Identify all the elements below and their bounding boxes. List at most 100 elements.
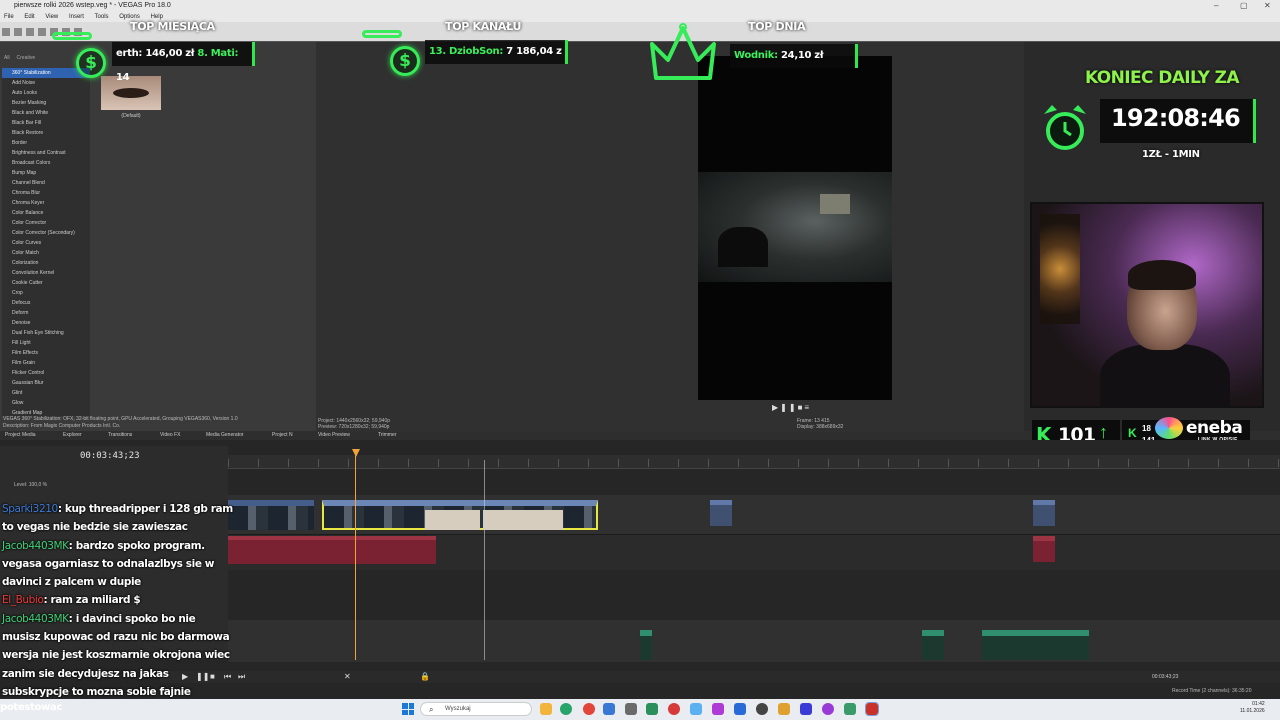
- fx-list-item[interactable]: Channel Blend: [2, 178, 90, 188]
- video-clip[interactable]: [228, 500, 314, 530]
- chrome-icon[interactable]: [583, 703, 595, 715]
- tab-media-generator[interactable]: Media Generator: [206, 431, 244, 440]
- save-icon[interactable]: [26, 28, 34, 36]
- video-clip-light[interactable]: [483, 510, 563, 530]
- minimize-icon[interactable]: –: [1214, 0, 1218, 12]
- app-icon[interactable]: [734, 703, 746, 715]
- fx-list-item[interactable]: Gradient Map: [2, 408, 90, 416]
- video-track-3[interactable]: [228, 620, 1280, 662]
- fx-list-item[interactable]: Color Curves: [2, 238, 90, 248]
- app-icon[interactable]: [646, 703, 658, 715]
- fx-list-item[interactable]: Auto Looks: [2, 88, 90, 98]
- delete-icon[interactable]: ✕: [344, 671, 351, 683]
- fx-list-item[interactable]: Colorization: [2, 258, 90, 268]
- taskbar-search[interactable]: ⌕ Wyszukaj: [420, 702, 532, 716]
- tab-project-notes[interactable]: Project N: [272, 431, 293, 440]
- video-clip-light[interactable]: [425, 510, 480, 530]
- app-icon[interactable]: [712, 703, 724, 715]
- audio-clip[interactable]: [228, 536, 436, 564]
- fx-list-item[interactable]: Color Corrector (Secondary): [2, 228, 90, 238]
- new-icon[interactable]: [2, 28, 10, 36]
- playhead[interactable]: [355, 455, 356, 660]
- tab-video-preview[interactable]: Video Preview: [318, 431, 350, 440]
- fx-tab-creative[interactable]: Creative: [17, 55, 36, 61]
- menu-edit[interactable]: Edit: [24, 14, 34, 20]
- fx-list-item[interactable]: Color Match: [2, 248, 90, 258]
- tab-project-media[interactable]: Project Media: [5, 431, 36, 440]
- pause-icon[interactable]: ❚❚: [780, 403, 797, 412]
- fx-list-item[interactable]: Brightness and Contrast: [2, 148, 90, 158]
- overlay-clip[interactable]: [982, 630, 1089, 660]
- fx-tab-all[interactable]: All: [4, 55, 10, 61]
- vegas-pro-icon[interactable]: [865, 702, 879, 716]
- fx-list-item[interactable]: Chroma Keyer: [2, 198, 90, 208]
- fx-list-item[interactable]: Border: [2, 138, 90, 148]
- tab-trimmer[interactable]: Trimmer: [378, 431, 396, 440]
- video-clip-small[interactable]: [710, 500, 732, 526]
- fx-list-item[interactable]: Fill Light: [2, 338, 90, 348]
- fx-list-item[interactable]: Film Effects: [2, 348, 90, 358]
- fx-list-item[interactable]: Add Noise: [2, 78, 90, 88]
- open-icon[interactable]: [14, 28, 22, 36]
- top-month-bar: erth: 146,00 zł 8. Mati: 14: [112, 42, 255, 83]
- play-icon[interactable]: ▶: [772, 403, 780, 412]
- fx-list-item[interactable]: Glow: [2, 398, 90, 408]
- app-icon[interactable]: [844, 703, 856, 715]
- fx-list-item[interactable]: Convolution Kernel: [2, 268, 90, 278]
- fx-list-item[interactable]: Dual Fish Eye Stitching: [2, 328, 90, 338]
- tab-transitions[interactable]: Transitions: [108, 431, 132, 440]
- opera-icon[interactable]: [668, 703, 680, 715]
- daily-timer: 192:08:46: [1111, 104, 1241, 132]
- fx-list-item[interactable]: Defocus: [2, 298, 90, 308]
- fx-preset-thumbnail[interactable]: [101, 76, 161, 110]
- app-icon[interactable]: [800, 703, 812, 715]
- render-icon[interactable]: [38, 28, 46, 36]
- fx-list-item[interactable]: Flicker Control: [2, 368, 90, 378]
- fx-list-item[interactable]: Glint: [2, 388, 90, 398]
- tab-video-fx[interactable]: Video FX: [160, 431, 180, 440]
- app-icon[interactable]: [603, 703, 615, 715]
- fx-list-item[interactable]: Chroma Blur: [2, 188, 90, 198]
- app-icon[interactable]: [822, 703, 834, 715]
- audio-clip-small[interactable]: [1033, 536, 1055, 562]
- app-icon[interactable]: [625, 703, 637, 715]
- top-channel-bar: 13. DziobSon: 7 186,04 z: [425, 40, 568, 64]
- fx-list-item[interactable]: Broadcast Colors: [2, 158, 90, 168]
- fx-list-item[interactable]: Color Corrector: [2, 218, 90, 228]
- lock-icon[interactable]: 🔒: [420, 671, 430, 683]
- menu-file[interactable]: File: [4, 14, 14, 20]
- fx-list-item[interactable]: Denoise: [2, 318, 90, 328]
- fx-list-item[interactable]: Bump Map: [2, 168, 90, 178]
- fx-list-item[interactable]: Deform: [2, 308, 90, 318]
- menu-icon[interactable]: ≡: [804, 403, 811, 412]
- fx-list-item[interactable]: Gaussian Blur: [2, 378, 90, 388]
- fx-list-item[interactable]: Crop: [2, 288, 90, 298]
- fx-list-item[interactable]: Film Grain: [2, 358, 90, 368]
- fx-list-item[interactable]: Bezier Masking: [2, 98, 90, 108]
- fx-list: 360° Stabilization Add Noise Auto Looks Bez…: [2, 68, 90, 416]
- menu-insert[interactable]: Insert: [69, 14, 84, 20]
- file-explorer-icon[interactable]: [540, 703, 552, 715]
- app-icon[interactable]: [690, 703, 702, 715]
- top-month-amount: 146,00 zł: [145, 48, 195, 59]
- menu-tools[interactable]: Tools: [95, 14, 109, 20]
- next-frame-icon[interactable]: ⏭: [238, 671, 245, 683]
- fx-list-item[interactable]: Color Balance: [2, 208, 90, 218]
- video-clip-small[interactable]: [1033, 500, 1055, 526]
- daily-title: KONIEC DAILY ZA: [1085, 68, 1240, 88]
- close-icon[interactable]: ✕: [1264, 0, 1271, 12]
- fx-list-item[interactable]: Black Bar Fill: [2, 118, 90, 128]
- windows-start-icon[interactable]: [402, 703, 414, 715]
- fx-list-item[interactable]: Black Restore: [2, 128, 90, 138]
- tab-explorer[interactable]: Explorer: [63, 431, 82, 440]
- top-month-name: erth:: [116, 48, 143, 59]
- fx-list-item[interactable]: Cookie Cutter: [2, 278, 90, 288]
- edge-icon[interactable]: [560, 703, 572, 715]
- menu-view[interactable]: View: [45, 14, 58, 20]
- overlay-clip[interactable]: [922, 630, 944, 660]
- app-icon[interactable]: [778, 703, 790, 715]
- app-icon[interactable]: [756, 703, 768, 715]
- maximize-icon[interactable]: ▢: [1240, 0, 1248, 12]
- fx-list-item[interactable]: Black and White: [2, 108, 90, 118]
- overlay-clip[interactable]: [640, 630, 652, 660]
